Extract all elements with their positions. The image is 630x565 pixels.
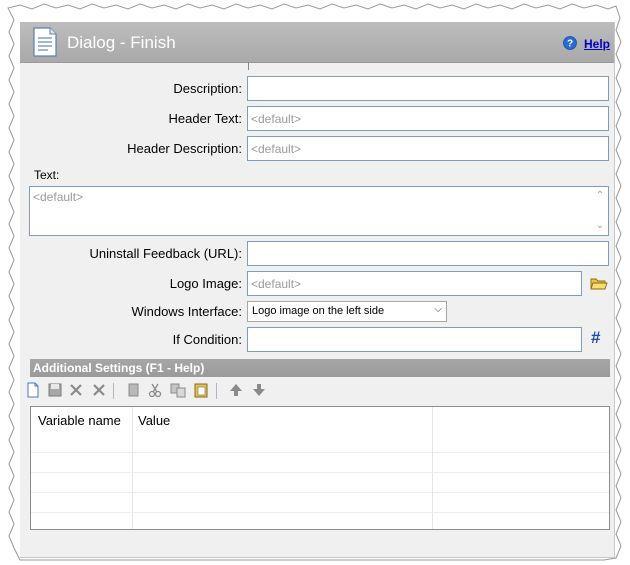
logo-image-input[interactable]	[247, 271, 582, 296]
toolbar-separator	[113, 383, 114, 399]
windows-interface-select[interactable]: Logo image on the left side ⌵	[247, 301, 447, 322]
text-textarea[interactable]	[29, 186, 609, 236]
uninstall-feedback-label: Uninstall Feedback (URL):	[89, 246, 242, 261]
folder-open-icon[interactable]	[590, 276, 608, 292]
delete-icon[interactable]	[67, 381, 85, 399]
table-row[interactable]	[31, 512, 609, 513]
header-description-input[interactable]	[247, 136, 609, 161]
header-text-input[interactable]	[247, 106, 609, 131]
cut-icon[interactable]	[146, 381, 164, 399]
scroll-up-arrow-icon[interactable]: ⌃	[593, 190, 607, 201]
dialog-panel: Dialog - Finish ? Help Description: Head…	[20, 22, 615, 558]
if-condition-input[interactable]	[247, 327, 582, 352]
page-header: Dialog - Finish ? Help	[20, 22, 614, 63]
logo-image-label: Logo Image:	[169, 276, 242, 291]
move-up-icon[interactable]	[227, 381, 245, 399]
windows-interface-selected: Logo image on the left side	[252, 305, 385, 317]
description-label: Description:	[173, 81, 242, 96]
save-icon[interactable]	[46, 381, 64, 399]
header-text-label: Header Text:	[168, 111, 242, 126]
text-label: Text:	[34, 168, 60, 182]
table-row[interactable]	[31, 452, 609, 453]
duplicate-icon[interactable]	[169, 381, 187, 399]
help-icon[interactable]: ?	[563, 36, 577, 50]
svg-text:?: ?	[567, 39, 573, 50]
paste-icon[interactable]	[192, 381, 210, 399]
additional-settings-header: Additional Settings (F1 - Help)	[30, 359, 610, 377]
variables-table[interactable]: Variable name Value	[30, 406, 610, 530]
uninstall-feedback-input[interactable]	[247, 241, 609, 266]
document-icon	[33, 27, 57, 57]
help-link[interactable]: Help	[584, 37, 610, 51]
column-header-value[interactable]: Value	[138, 413, 170, 428]
delete-all-icon[interactable]	[90, 381, 108, 399]
table-row[interactable]	[31, 472, 609, 473]
scroll-down-arrow-icon[interactable]: ⌄	[593, 220, 607, 231]
move-down-icon[interactable]	[250, 381, 268, 399]
windows-interface-label: Windows Interface:	[131, 304, 242, 319]
hash-icon[interactable]: #	[591, 328, 600, 348]
column-header-variable-name[interactable]: Variable name	[38, 413, 121, 428]
toolbar-separator	[216, 383, 217, 399]
header-divider-tick	[248, 62, 249, 70]
copy-icon[interactable]	[124, 381, 142, 399]
table-row[interactable]	[31, 492, 609, 493]
chevron-down-icon: ⌵	[434, 304, 442, 315]
page-title: Dialog - Finish	[67, 33, 176, 52]
new-icon[interactable]	[24, 381, 42, 399]
column-divider	[432, 407, 433, 529]
header-description-label: Header Description:	[127, 141, 242, 156]
description-input[interactable]	[247, 76, 609, 101]
if-condition-label: If Condition:	[172, 332, 242, 347]
column-divider	[132, 407, 133, 529]
